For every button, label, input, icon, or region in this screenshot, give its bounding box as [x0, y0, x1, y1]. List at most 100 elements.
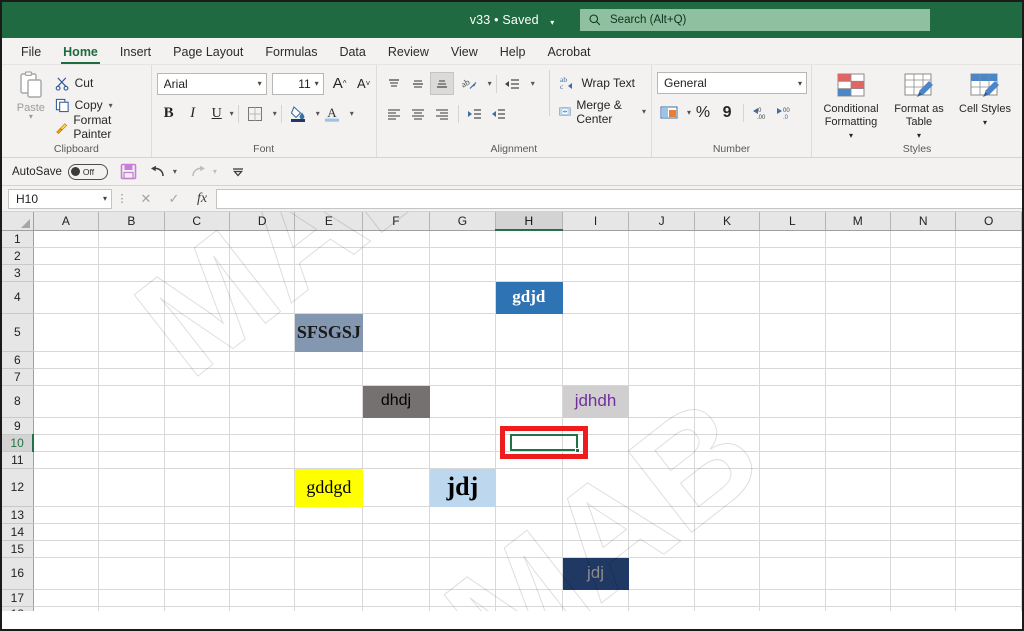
cell-A5[interactable]	[33, 313, 100, 352]
cell-I4[interactable]	[562, 281, 630, 314]
cell-D8[interactable]	[229, 385, 296, 418]
cell-L15[interactable]	[759, 540, 826, 558]
cell-K3[interactable]	[694, 264, 761, 282]
cell-N11[interactable]	[890, 451, 957, 469]
cell-K15[interactable]	[694, 540, 761, 558]
cell-C2[interactable]	[164, 247, 230, 265]
chevron-down-icon[interactable]: ▾	[983, 116, 987, 129]
cell-B8[interactable]	[98, 385, 165, 418]
cell-G15[interactable]	[429, 540, 497, 558]
cell-J9[interactable]	[628, 417, 695, 435]
cell-B14[interactable]	[98, 523, 165, 541]
cell-D6[interactable]	[229, 351, 296, 369]
tab-formulas[interactable]: Formulas	[254, 43, 328, 64]
cell-K1[interactable]	[694, 230, 761, 248]
chevron-down-icon[interactable]: ▾	[642, 107, 646, 116]
cell-H15[interactable]	[495, 540, 563, 558]
font-color-button[interactable]: A	[320, 102, 344, 125]
cell-G14[interactable]	[429, 523, 497, 541]
cell-J15[interactable]	[628, 540, 695, 558]
cell-E10[interactable]	[294, 434, 364, 452]
cell-I17[interactable]	[562, 589, 630, 607]
cell-F5[interactable]	[362, 313, 430, 352]
cell-O10[interactable]	[955, 434, 1022, 452]
format-painter-button[interactable]: Format Painter	[55, 113, 146, 141]
cell-J13[interactable]	[628, 506, 695, 524]
cell-G8[interactable]	[429, 385, 497, 418]
document-title[interactable]: v33 • Saved ▾	[470, 11, 555, 29]
cell-E8[interactable]	[294, 385, 364, 418]
insert-function-button[interactable]: fx	[188, 191, 216, 207]
cell-B10[interactable]	[98, 434, 165, 452]
align-center-button[interactable]	[406, 102, 430, 125]
merge-center-button[interactable]: Merge & Center ▾	[559, 98, 646, 126]
cell-H14[interactable]	[495, 523, 563, 541]
cell-N3[interactable]	[890, 264, 957, 282]
cell-H17[interactable]	[495, 589, 563, 607]
cell-J12[interactable]	[628, 468, 695, 507]
row-header-14[interactable]: 14	[2, 523, 34, 541]
cell-F3[interactable]	[362, 264, 430, 282]
column-header-D[interactable]: D	[229, 212, 296, 231]
bold-button[interactable]: B	[157, 102, 181, 125]
cell-I9[interactable]	[562, 417, 630, 435]
cell-B13[interactable]	[98, 506, 165, 524]
cell-I12[interactable]	[562, 468, 630, 507]
cell-C4[interactable]	[164, 281, 230, 314]
row-header-2[interactable]: 2	[2, 247, 34, 265]
cell-H4[interactable]: gdjd	[495, 281, 563, 314]
cell-N9[interactable]	[890, 417, 957, 435]
cell-A15[interactable]	[33, 540, 100, 558]
row-header-6[interactable]: 6	[2, 351, 34, 369]
cell-K16[interactable]	[694, 557, 761, 590]
cell-A8[interactable]	[33, 385, 100, 418]
cell-C16[interactable]	[164, 557, 230, 590]
cell-J1[interactable]	[628, 230, 695, 248]
cell-C12[interactable]	[164, 468, 230, 507]
cell-E9[interactable]	[294, 417, 364, 435]
column-header-O[interactable]: O	[955, 212, 1022, 231]
cell-F2[interactable]	[362, 247, 430, 265]
cell-B5[interactable]	[98, 313, 165, 352]
cell-H1[interactable]	[495, 230, 563, 248]
underline-button[interactable]: U	[205, 102, 229, 125]
cell-J11[interactable]	[628, 451, 695, 469]
font-name-select[interactable]: Arial ▾	[156, 72, 267, 95]
cell-J8[interactable]	[628, 385, 695, 418]
cell-N5[interactable]	[890, 313, 957, 352]
cell-D18[interactable]	[229, 606, 296, 611]
cell-C6[interactable]	[164, 351, 230, 369]
cell-E17[interactable]	[294, 589, 364, 607]
cell-F12[interactable]	[362, 468, 430, 507]
cell-I16[interactable]: jdj	[562, 557, 630, 590]
cell-L7[interactable]	[759, 368, 826, 386]
tab-help[interactable]: Help	[489, 43, 537, 64]
cell-D3[interactable]	[229, 264, 296, 282]
cell-L14[interactable]	[759, 523, 826, 541]
cell-L4[interactable]	[759, 281, 826, 314]
cell-O5[interactable]	[955, 313, 1022, 352]
cell-M3[interactable]	[825, 264, 892, 282]
redo-button[interactable]: ▾	[189, 164, 217, 180]
cell-E11[interactable]	[294, 451, 364, 469]
cell-I13[interactable]	[562, 506, 630, 524]
cell-F1[interactable]	[362, 230, 430, 248]
cell-H6[interactable]	[495, 351, 563, 369]
cell-B11[interactable]	[98, 451, 165, 469]
cell-C5[interactable]	[164, 313, 230, 352]
cell-N16[interactable]	[890, 557, 957, 590]
row-header-12[interactable]: 12	[2, 468, 34, 507]
chevron-down-icon[interactable]: ▾	[213, 167, 217, 176]
cell-K13[interactable]	[694, 506, 761, 524]
cell-H3[interactable]	[495, 264, 563, 282]
cell-N8[interactable]	[890, 385, 957, 418]
cell-A9[interactable]	[33, 417, 100, 435]
cell-J3[interactable]	[628, 264, 695, 282]
cell-H5[interactable]	[495, 313, 563, 352]
column-header-A[interactable]: A	[33, 212, 100, 231]
chevron-down-icon[interactable]: ▾	[230, 109, 234, 118]
cell-J6[interactable]	[628, 351, 695, 369]
row-header-10[interactable]: 10	[2, 434, 35, 452]
save-button[interactable]	[120, 163, 137, 180]
column-header-K[interactable]: K	[694, 212, 761, 231]
